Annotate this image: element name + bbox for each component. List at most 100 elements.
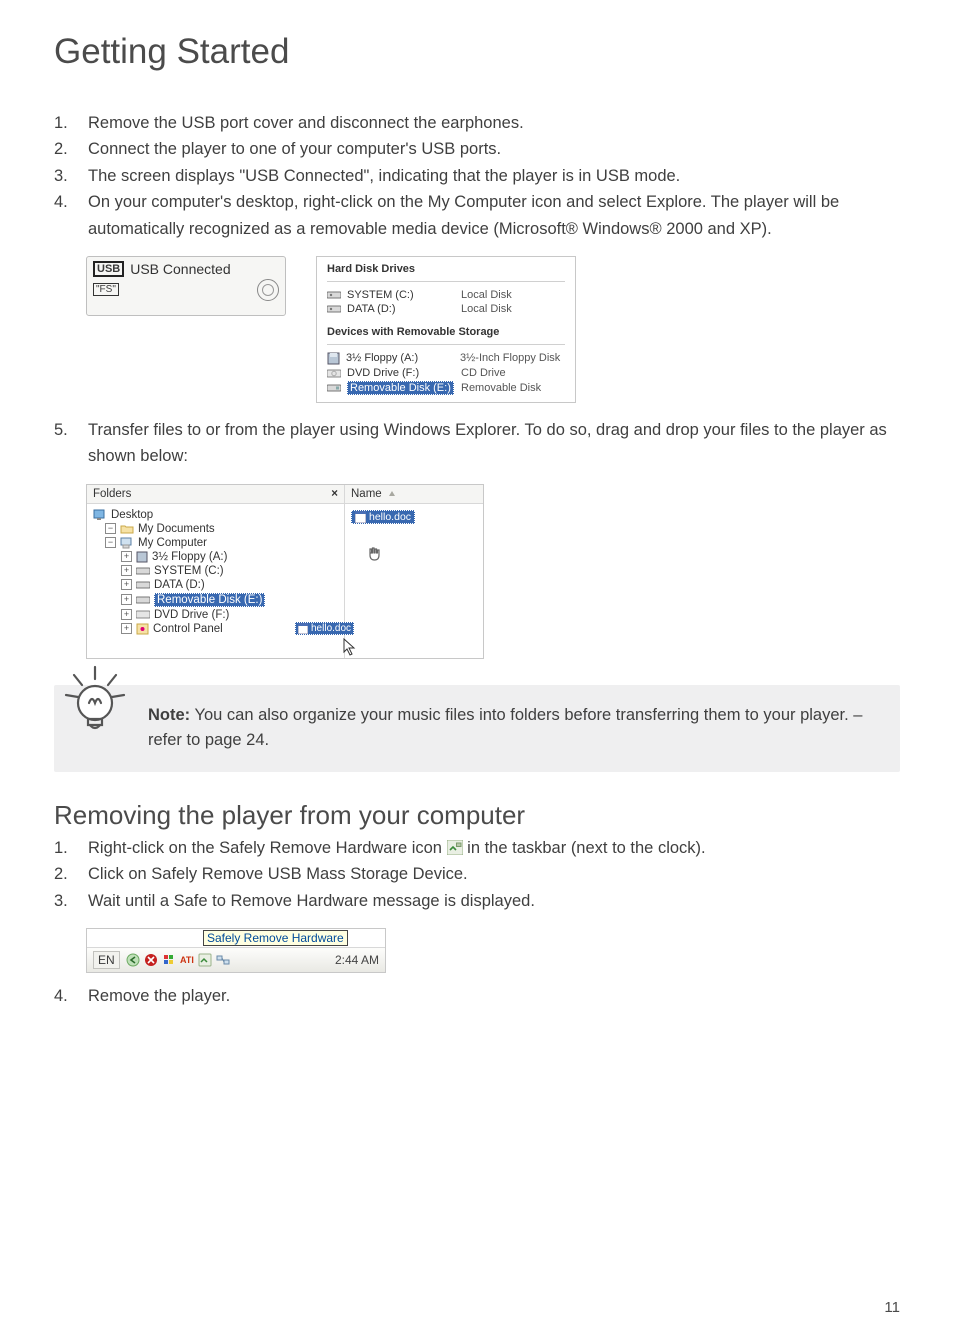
expand-icon[interactable]: + [121,609,132,620]
step-text: Right-click on the Safely Remove Hardwar… [88,835,900,861]
step-text: Wait until a Safe to Remove Hardware mes… [88,888,900,914]
step-number: 1. [54,835,80,861]
section-title: Removing the player from your computer [54,800,900,831]
drive-label: 3½ Floppy (A:) [346,352,454,364]
tree-node-label: SYSTEM (C:) [154,565,224,577]
folder-panel-header: Folders × [87,485,344,504]
tree-node-label: Control Panel [153,623,223,635]
expand-icon[interactable]: + [121,579,132,590]
page-title: Getting Started [54,32,900,72]
steps-list-1: 1.Remove the USB port cover and disconne… [54,110,900,242]
drives-heading-removable: Devices with Removable Storage [327,326,565,338]
drive-row: DVD Drive (F:) CD Drive [327,366,565,380]
collapse-icon[interactable]: − [105,523,116,534]
tree-node[interactable]: + 3½ Floppy (A:) [121,550,344,564]
document-page: Getting Started 1.Remove the USB port co… [0,0,954,1340]
tray-network-icon[interactable] [216,953,230,967]
collapse-icon[interactable]: − [105,537,116,548]
tree-node[interactable]: + SYSTEM (C:) [121,564,344,578]
svg-text:ATI: ATI [180,955,194,965]
drive-row: DATA (D:) Local Disk [327,302,565,316]
tray-back-icon[interactable] [126,953,140,967]
tree-node-selected[interactable]: + Removable Disk (E:) [121,592,344,608]
close-icon[interactable]: × [331,488,338,500]
harddisk-icon [136,580,150,590]
step-number: 4. [54,983,80,1009]
expand-icon[interactable]: + [121,565,132,576]
expand-icon[interactable]: + [121,594,132,605]
step-text: The screen displays "USB Connected", ind… [88,163,900,189]
step-number: 5. [54,417,80,470]
step-item: 1.Remove the USB port cover and disconne… [54,110,900,136]
system-tray: ATI [126,953,230,967]
tree-node[interactable]: − My Computer [105,536,344,550]
steps-list-1b: 5.Transfer files to or from the player u… [54,417,900,470]
expand-icon[interactable]: + [121,551,132,562]
harddisk-icon [327,289,341,300]
folder-icon [120,523,134,534]
figure-row-1: USB USB Connected "FS" Hard Disk Drives … [86,256,900,403]
steps-list-2b: 4. Remove the player. [54,983,900,1009]
tree-node[interactable]: Desktop [93,508,344,522]
tree-node[interactable]: + DATA (D:) [121,578,344,592]
tree-node-label: 3½ Floppy (A:) [152,551,227,563]
file-panel-body: hello.doc [345,504,483,658]
lightbulb-icon [60,665,130,743]
file-item-selected[interactable]: hello.doc [351,510,415,524]
safely-remove-icon [447,840,463,855]
tray-flag-icon[interactable] [162,953,176,967]
folder-tree-panel: Folders × Desktop − My Documents − My Co… [87,485,345,658]
step-number: 3. [54,163,80,189]
file-list-panel: Name hello.doc [345,485,483,658]
step-item: 5.Transfer files to or from the player u… [54,417,900,470]
step-item: 4.On your computer's desktop, right-clic… [54,189,900,242]
folder-tree-body: Desktop − My Documents − My Computer + 3… [87,504,344,642]
file-panel-header: Name [345,485,483,504]
tray-shield-icon[interactable] [144,953,158,967]
note-text: You can also organize your music files i… [148,706,862,750]
step-text: Remove the player. [88,983,900,1009]
note-label: Note: [148,706,190,724]
step-item: 2.Connect the player to one of your comp… [54,136,900,162]
step-number: 2. [54,136,80,162]
tree-node-label: Desktop [111,509,153,521]
steps-list-2a: 1. Right-click on the Safely Remove Hard… [54,835,900,914]
explorer-figure: Folders × Desktop − My Documents − My Co… [86,484,484,659]
step-text: Click on Safely Remove USB Mass Storage … [88,861,900,887]
floppy-icon [327,352,340,365]
drive-type: Removable Disk [461,382,565,394]
lcd-fs-badge: "FS" [93,283,119,296]
harddisk-icon [136,566,150,576]
drive-row: 3½ Floppy (A:) 3½-Inch Floppy Disk [327,351,565,366]
removabledisk-icon [136,595,150,605]
tree-node[interactable]: + DVD Drive (F:) [121,608,344,622]
expand-icon[interactable]: + [121,623,132,634]
drive-label: DVD Drive (F:) [347,367,455,379]
step-number: 4. [54,189,80,242]
taskbar-bar: EN ATI 2:44 AM [87,947,385,972]
step-item: 3. Wait until a Safe to Remove Hardware m… [54,888,900,914]
step-text: On your computer's desktop, right-click … [88,189,900,242]
taskbar-tooltip: Safely Remove Hardware [203,930,348,946]
sort-asc-icon[interactable] [388,490,396,498]
step-number: 3. [54,888,80,914]
step-item: 4. Remove the player. [54,983,900,1009]
drive-label: SYSTEM (C:) [347,289,455,301]
drive-type: 3½-Inch Floppy Disk [460,352,565,364]
tray-ati-icon[interactable]: ATI [180,953,194,967]
controlpanel-icon [136,623,149,635]
language-indicator[interactable]: EN [93,951,120,969]
floppy-icon [136,551,148,563]
file-name: hello.doc [369,511,411,523]
tree-node[interactable]: − My Documents [105,522,344,536]
computer-icon [120,537,134,549]
drive-label: Removable Disk (E:) [347,381,455,395]
desktop-icon [93,509,107,521]
dvd-icon [327,367,341,379]
drive-type: Local Disk [461,303,565,315]
harddisk-icon [327,303,341,314]
tray-remove-hardware-icon[interactable] [198,953,212,967]
lcd-status-label: USB Connected [130,261,230,277]
grab-cursor-icon [365,546,383,564]
lcd-usb-badge: USB [93,261,124,277]
